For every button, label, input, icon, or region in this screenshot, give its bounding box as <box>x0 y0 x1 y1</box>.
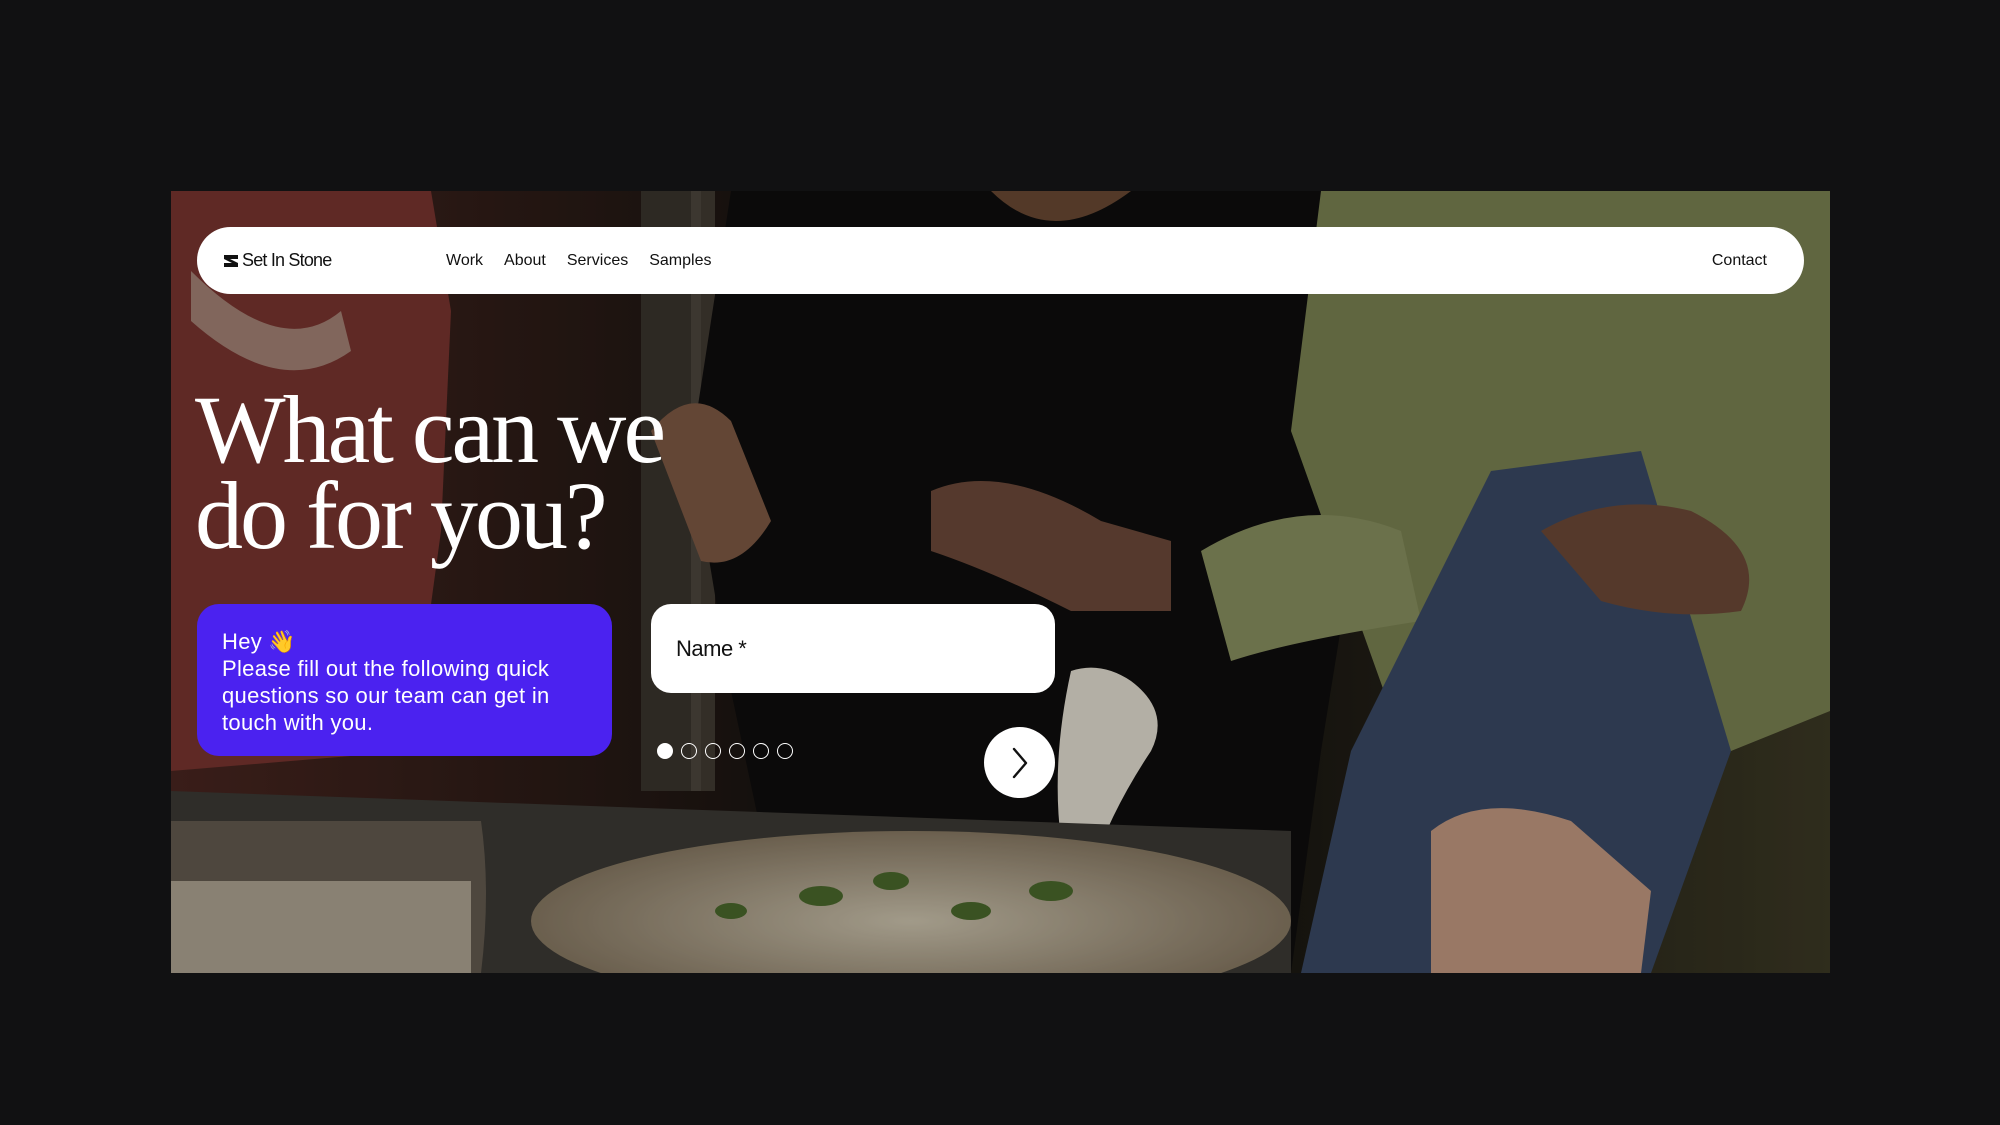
hero-headline: What can we do for you? <box>195 376 666 569</box>
step-dot[interactable] <box>753 743 769 759</box>
nav-link-work[interactable]: Work <box>446 252 483 270</box>
step-dot[interactable] <box>777 743 793 759</box>
chat-greeting: Hey 👋 <box>222 629 297 654</box>
step-dot[interactable] <box>681 743 697 759</box>
nav-link-about[interactable]: About <box>504 252 546 270</box>
brand-logo[interactable]: Set In Stone <box>223 227 332 294</box>
next-button[interactable] <box>984 727 1055 798</box>
nav-link-contact[interactable]: Contact <box>1712 227 1767 294</box>
step-dot[interactable] <box>705 743 721 759</box>
nav-links: Work About Services Samples <box>446 227 711 294</box>
chat-bubble: Hey 👋 Please fill out the following quic… <box>197 604 612 756</box>
chat-message: Please fill out the following quick ques… <box>222 656 550 735</box>
step-indicator <box>657 743 793 759</box>
hero-section: Set In Stone Work About Services Samples… <box>171 191 1830 973</box>
nav-link-samples[interactable]: Samples <box>649 252 711 270</box>
chevron-right-icon <box>1012 747 1027 778</box>
top-navbar: Set In Stone Work About Services Samples… <box>197 227 1804 294</box>
brand-name: Set In Stone <box>242 250 332 270</box>
stone-logo-icon <box>224 254 238 267</box>
step-dot[interactable] <box>657 743 673 759</box>
hero-photo <box>171 191 1830 973</box>
step-dot[interactable] <box>729 743 745 759</box>
nav-link-services[interactable]: Services <box>567 252 628 270</box>
name-input[interactable] <box>651 604 1055 693</box>
